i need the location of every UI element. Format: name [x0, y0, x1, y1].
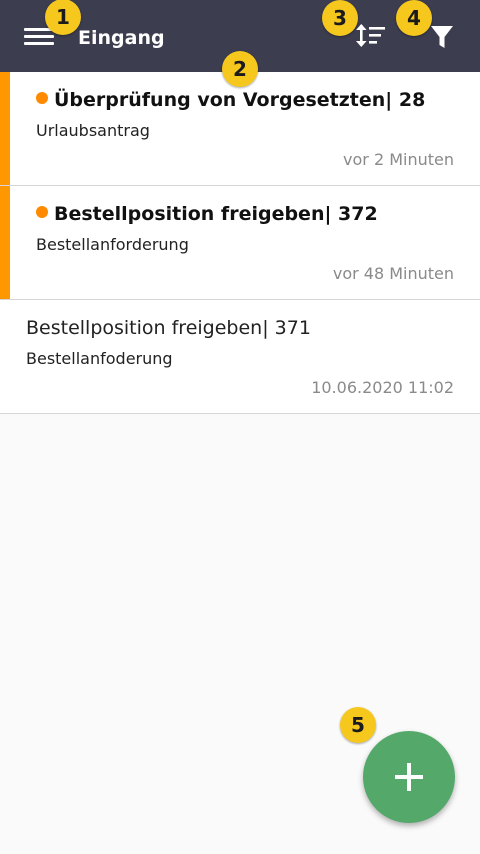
list-item-subtitle: Bestellanfoderung: [26, 349, 173, 368]
list-item[interactable]: Bestellposition freigeben| 371 Bestellan…: [0, 300, 480, 414]
list-item-title: Überprüfung von Vorgesetzten| 28: [36, 87, 425, 113]
list-item-title-text: Bestellposition freigeben| 372: [54, 203, 378, 225]
annotation-badge-1: 1: [45, 0, 81, 35]
list-item-time: vor 2 Minuten: [343, 150, 454, 169]
plus-icon: [395, 763, 423, 791]
page-title: Eingang: [78, 27, 165, 49]
list-item[interactable]: Bestellposition freigeben| 372 Bestellan…: [0, 186, 480, 300]
list-item-time: 10.06.2020 11:02: [311, 378, 454, 397]
unread-dot-icon: [36, 206, 48, 218]
annotation-badge-2: 2: [222, 51, 258, 87]
annotation-badge-3: 3: [322, 0, 358, 36]
annotation-badge-5: 5: [340, 707, 376, 743]
add-button[interactable]: [363, 731, 455, 823]
app-root: Eingang 1 2 3 4 5 Überprüfung von Vorges…: [0, 0, 480, 854]
sort-icon[interactable]: [356, 22, 386, 50]
list-item-title-text: Überprüfung von Vorgesetzten| 28: [54, 89, 426, 111]
list-item[interactable]: Überprüfung von Vorgesetzten| 28 Urlaubs…: [0, 72, 480, 186]
list-item-title: Bestellposition freigeben| 372: [36, 201, 378, 227]
filter-icon[interactable]: [430, 24, 454, 50]
annotation-badge-4: 4: [396, 0, 432, 36]
hamburger-menu-icon[interactable]: [24, 28, 54, 46]
list-item-subtitle: Urlaubsantrag: [36, 121, 150, 140]
list-item-title: Bestellposition freigeben| 371: [26, 317, 311, 339]
inbox-list: Überprüfung von Vorgesetzten| 28 Urlaubs…: [0, 72, 480, 414]
list-item-time: vor 48 Minuten: [332, 264, 454, 283]
list-item-subtitle: Bestellanforderung: [36, 235, 189, 254]
unread-dot-icon: [36, 92, 48, 104]
